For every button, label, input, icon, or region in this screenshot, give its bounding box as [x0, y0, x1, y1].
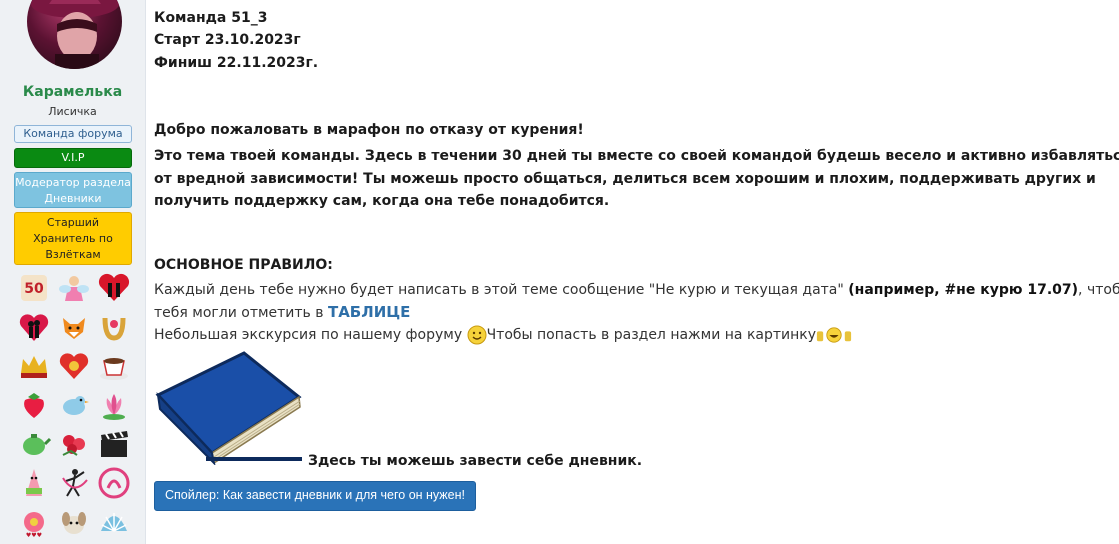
moderator-badge: Модератор раздела Дневники: [14, 172, 132, 208]
table-link[interactable]: ТАБЛИЦЕ: [328, 303, 410, 321]
couple-heart-award-icon[interactable]: [94, 268, 134, 307]
tour-text-2: Чтобы попасть в раздел нажми на картинку: [486, 327, 817, 343]
rule-title: ОСНОВНОЕ ПРАВИЛО:: [154, 257, 333, 273]
intro-paragraph: Это тема твоей команды. Здесь в течении …: [154, 148, 1119, 209]
team-name: Команда 51_3: [154, 10, 268, 26]
horseshoe-award-icon[interactable]: [94, 307, 134, 346]
tour-text: Небольшая экскурсия по нашему форуму: [154, 327, 467, 343]
flower-text-award-icon[interactable]: ♥♥♥: [14, 502, 54, 541]
avatar[interactable]: [27, 0, 122, 69]
diary-caption: Здесь ты можешь завести себе дневник.: [308, 453, 643, 469]
strawberry-award-icon[interactable]: [14, 385, 54, 424]
start-date: Старт 23.10.2023г: [154, 32, 301, 48]
heart-ornament-award-icon[interactable]: [54, 346, 94, 385]
thumbs-laugh-icon: [816, 327, 852, 343]
svg-text:50: 50: [24, 281, 44, 297]
welcome-heading: Добро пожаловать в марафон по отказу от …: [154, 122, 584, 138]
smile-icon: [467, 325, 487, 345]
team-badge: Команда форума: [14, 125, 132, 143]
couple-silhouette-award-icon[interactable]: [14, 307, 54, 346]
awards-grid: 50 ♥♥♥: [14, 268, 134, 541]
fairy-award-icon[interactable]: [54, 268, 94, 307]
bird-award-icon[interactable]: [54, 385, 94, 424]
clapperboard-award-icon[interactable]: [94, 424, 134, 463]
dancer-award-icon[interactable]: [54, 463, 94, 502]
50-days-award-icon[interactable]: 50: [14, 268, 54, 307]
teapot-award-icon[interactable]: [14, 424, 54, 463]
coffee-cup-award-icon[interactable]: [94, 346, 134, 385]
keeper-badge: Старший Хранитель по Взлёткам: [14, 212, 132, 265]
rule-text-part1: Каждый день тебе нужно будет написать в …: [154, 282, 849, 298]
circle-logo-award-icon[interactable]: [94, 463, 134, 502]
crown-award-icon[interactable]: [14, 346, 54, 385]
spoiler-button[interactable]: Спойлер: Как завести дневник и для чего …: [154, 481, 476, 511]
puppy-award-icon[interactable]: [54, 502, 94, 541]
user-title: Лисичка: [48, 105, 97, 118]
user-sidebar: Карамелька Лисичка Команда форума V.I.P …: [0, 0, 146, 544]
roses-award-icon[interactable]: [54, 424, 94, 463]
username[interactable]: Карамелька: [0, 84, 145, 100]
svg-text:♥♥♥: ♥♥♥: [26, 532, 42, 539]
lotus-award-icon[interactable]: [94, 385, 134, 424]
finish-date: Финиш 22.11.2023г.: [154, 55, 319, 71]
diary-book-image[interactable]: [154, 345, 304, 467]
fox-award-icon[interactable]: [54, 307, 94, 346]
rule-example: (например, #не курю 17.07): [848, 282, 1079, 298]
vip-badge: V.I.P: [14, 148, 132, 168]
shell-award-icon[interactable]: [94, 502, 134, 541]
rule-text: Каждый день тебе нужно будет написать в …: [154, 279, 1119, 324]
tour-line: Небольшая экскурсия по нашему форуму Что…: [154, 325, 852, 345]
patrick-award-icon[interactable]: [14, 463, 54, 502]
